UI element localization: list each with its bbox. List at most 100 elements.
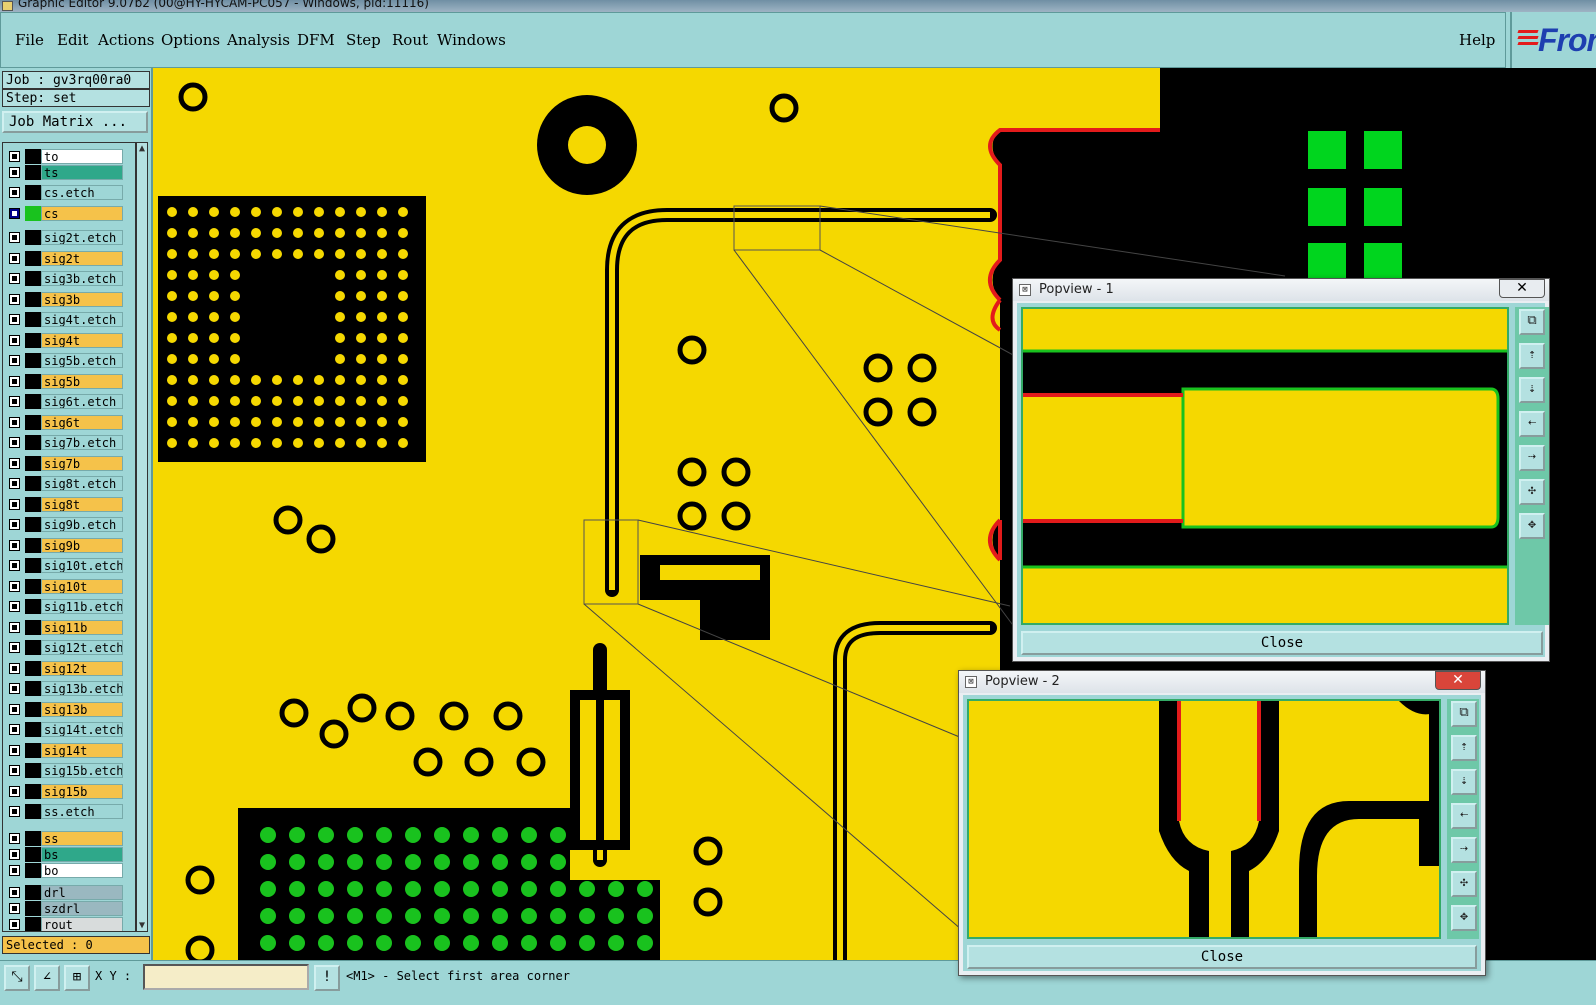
layer-row-sig9b[interactable]: sig9b — [5, 537, 123, 554]
xy-input[interactable] — [143, 964, 309, 990]
layer-checkbox[interactable] — [9, 252, 20, 264]
menu-actions[interactable]: Actions — [98, 31, 154, 49]
layer-name[interactable]: sig11b — [41, 619, 123, 635]
layer-list-scrollbar[interactable]: ▲ ▼ — [136, 142, 148, 932]
layer-color-swatch[interactable] — [25, 681, 41, 696]
layer-checkbox[interactable] — [9, 662, 20, 674]
layer-name[interactable]: sig14t — [41, 742, 123, 758]
zoom-in-icon[interactable]: ✣ — [1451, 871, 1477, 897]
layer-row-rout[interactable]: rout — [5, 916, 123, 931]
layer-name[interactable]: sig10t — [41, 578, 123, 594]
layer-checkbox[interactable] — [9, 167, 20, 178]
layer-checkbox[interactable] — [9, 601, 20, 612]
menu-step[interactable]: Step — [346, 31, 381, 49]
layer-name[interactable]: sig3b — [41, 291, 123, 307]
layer-name[interactable]: sig14t.etch — [41, 722, 123, 737]
layer-checkbox[interactable] — [9, 457, 20, 469]
layer-name[interactable]: to — [41, 149, 123, 164]
layer-name[interactable]: szdrl — [41, 900, 123, 916]
layer-color-swatch[interactable] — [25, 640, 41, 655]
layer-row-sig5b-etch[interactable]: sig5b.etch — [5, 352, 123, 369]
layer-row-sig7b-etch[interactable]: sig7b.etch — [5, 434, 123, 451]
layer-checkbox[interactable] — [9, 478, 20, 489]
layer-checkbox[interactable] — [9, 864, 20, 876]
layer-name[interactable]: sig8t.etch — [41, 476, 123, 491]
layer-color-swatch[interactable] — [25, 185, 41, 200]
menu-file[interactable]: File — [15, 31, 44, 49]
layer-color-swatch[interactable] — [25, 830, 41, 846]
layer-row-sig12t[interactable]: sig12t — [5, 660, 123, 677]
layer-row-sig15b[interactable]: sig15b — [5, 783, 123, 800]
layer-color-swatch[interactable] — [25, 517, 41, 532]
layer-name[interactable]: sig2t — [41, 250, 123, 266]
job-matrix-button[interactable]: Job Matrix ... — [2, 111, 148, 133]
layer-row-sig13b[interactable]: sig13b — [5, 701, 123, 718]
layer-row-sig9b-etch[interactable]: sig9b.etch — [5, 516, 123, 533]
layer-checkbox[interactable] — [9, 765, 20, 776]
layer-name[interactable]: ss — [41, 830, 123, 846]
menu-edit[interactable]: Edit — [57, 31, 88, 49]
layer-color-swatch[interactable] — [25, 804, 41, 819]
layer-checkbox[interactable] — [9, 187, 20, 198]
layer-name[interactable]: sig5b — [41, 373, 123, 389]
layer-row-sig7b[interactable]: sig7b — [5, 455, 123, 472]
layer-row-sig8t-etch[interactable]: sig8t.etch — [5, 475, 123, 492]
layer-row-sig2t[interactable]: sig2t — [5, 250, 123, 267]
layer-name[interactable]: sig9b — [41, 537, 123, 553]
layer-color-swatch[interactable] — [25, 312, 41, 327]
layer-checkbox[interactable] — [9, 293, 20, 305]
layer-color-swatch[interactable] — [25, 205, 41, 221]
layer-name[interactable]: sig6t.etch — [41, 394, 123, 409]
menu-options[interactable]: Options — [161, 31, 220, 49]
layer-color-swatch[interactable] — [25, 394, 41, 409]
layer-row-drl[interactable]: drl — [5, 884, 123, 901]
layer-color-swatch[interactable] — [25, 722, 41, 737]
layer-name[interactable]: sig13b — [41, 701, 123, 717]
layer-name[interactable]: bs — [41, 846, 123, 862]
layer-checkbox[interactable] — [9, 273, 20, 284]
layer-row-cs[interactable]: cs — [5, 205, 123, 222]
layer-checkbox[interactable] — [9, 355, 20, 366]
layer-name[interactable]: sig10t.etch — [41, 558, 123, 573]
popview-2-view[interactable] — [967, 699, 1441, 939]
layer-color-swatch[interactable] — [25, 455, 41, 471]
layer-checkbox[interactable] — [9, 806, 20, 817]
layer-name[interactable]: sig3b.etch — [41, 271, 123, 286]
layer-color-swatch[interactable] — [25, 846, 41, 862]
layer-row-bs[interactable]: bs — [5, 846, 123, 863]
layer-name[interactable]: ss.etch — [41, 804, 123, 819]
layer-color-swatch[interactable] — [25, 578, 41, 594]
layer-name[interactable]: sig6t — [41, 414, 123, 430]
menu-windows[interactable]: Windows — [437, 31, 506, 49]
layer-name[interactable]: sig12t.etch — [41, 640, 123, 655]
layer-row-sig12t-etch[interactable]: sig12t.etch — [5, 639, 123, 656]
layer-checkbox[interactable] — [9, 539, 20, 551]
layer-color-swatch[interactable] — [25, 763, 41, 778]
layer-checkbox[interactable] — [9, 580, 20, 592]
zoom-fit-icon[interactable]: ⧉ — [1451, 701, 1477, 727]
layer-row-ts[interactable]: ts — [5, 164, 123, 181]
scroll-up-icon[interactable]: ▲ — [138, 143, 146, 154]
layer-color-swatch[interactable] — [25, 900, 41, 916]
layer-checkbox[interactable] — [9, 724, 20, 735]
layer-color-swatch[interactable] — [25, 496, 41, 512]
layer-checkbox[interactable] — [9, 519, 20, 530]
layer-name[interactable]: bo — [41, 862, 123, 878]
layer-color-swatch[interactable] — [25, 230, 41, 245]
layer-checkbox[interactable] — [9, 207, 20, 219]
pan-down-icon[interactable]: ⇣ — [1519, 377, 1545, 403]
layer-row-sig14t[interactable]: sig14t — [5, 742, 123, 759]
layer-checkbox[interactable] — [9, 703, 20, 715]
layer-color-swatch[interactable] — [25, 599, 41, 614]
popview-1-close-x[interactable]: ✕ — [1499, 279, 1545, 298]
layer-checkbox[interactable] — [9, 848, 20, 860]
layer-name[interactable]: sig7b — [41, 455, 123, 471]
layer-name[interactable]: sig11b.etch — [41, 599, 123, 614]
layer-checkbox[interactable] — [9, 886, 20, 898]
layer-color-swatch[interactable] — [25, 435, 41, 450]
layer-row-sig3b-etch[interactable]: sig3b.etch — [5, 270, 123, 287]
layer-checkbox[interactable] — [9, 416, 20, 428]
layer-row-szdrl[interactable]: szdrl — [5, 900, 123, 917]
layer-name[interactable]: sig13b.etch — [41, 681, 123, 696]
layer-row-sig11b[interactable]: sig11b — [5, 619, 123, 636]
